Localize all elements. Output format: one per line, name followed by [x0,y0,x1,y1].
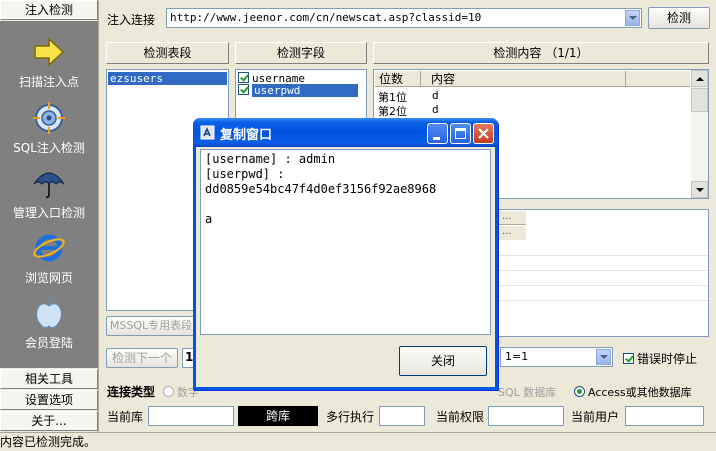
current-db-label: 当前库 [107,410,144,424]
close-button[interactable]: 关闭 [399,346,487,376]
current-db-input[interactable] [148,406,234,426]
table-cell: d [432,103,439,116]
fields-list[interactable]: username userpwd [235,69,367,119]
radio-label: Access或其他数据库 [588,386,692,399]
column-header-position[interactable]: 位数 [375,71,421,87]
condition-value: 1=1 [505,350,529,363]
sidebar-tool-label: 管理入口检测 [12,206,85,220]
content-panel-header[interactable]: 检测内容 （1/1） [373,42,709,64]
tables-panel-header[interactable]: 检测表段 [106,42,229,64]
ie-browser-icon [33,234,65,262]
column-header-empty [626,71,690,87]
detect-next-button[interactable]: 检测下一个 [106,348,178,368]
sidebar-tool-browse[interactable]: 浏览网页 [0,231,98,286]
sidebar-tool-login[interactable]: 会员登陆 [0,296,98,351]
sidebar-header-about[interactable]: 关于... [0,411,98,431]
chevron-down-icon[interactable] [596,349,611,365]
dialog-title: 复制窗口 [220,128,273,143]
radio-icon[interactable] [163,386,174,397]
sidebar-header-injection[interactable]: 注入检测 [0,0,98,20]
copy-window-dialog: 复制窗口 [username] : admin [userpwd] : dd08… [193,118,498,390]
checkbox-unchecked-icon[interactable] [623,353,634,364]
sidebar-header-settings[interactable]: 设置选项 [0,390,98,410]
column-header-content[interactable]: 内容 [421,71,626,87]
target-icon [33,102,65,134]
umbrella-icon [33,172,65,199]
app-icon [200,125,215,140]
radio-access-option[interactable]: Access或其他数据库 [574,384,692,400]
scroll-up-icon[interactable] [691,70,708,87]
current-privilege-label: 当前权限 [436,410,485,424]
apple-icon [36,297,62,328]
fields-panel-header[interactable]: 检测字段 [235,42,367,64]
sidebar-tool-label: 扫描注入点 [18,75,79,89]
column-header-extra[interactable]: ... [498,211,526,225]
connection-type-label: 连接类型 [107,385,156,399]
content-scrollbar[interactable] [691,70,708,198]
multi-exec-label: 多行执行 [326,410,375,424]
sidebar-tool-label: SQL注入检测 [13,141,85,155]
sidebar-tool-panel: 扫描注入点 SQL注入检测 管理入口检测 浏览网页 会员登陆 [0,21,98,368]
sidebar-tool-scan[interactable]: 扫描注入点 [0,35,98,90]
mssql-tables-button[interactable]: MSSQL专用表段 [106,316,196,336]
checkbox-checked-icon[interactable] [238,72,249,83]
current-user-label: 当前用户 [571,410,620,424]
chevron-down-icon[interactable] [625,10,640,26]
table-cell: d [432,89,439,102]
close-icon[interactable] [473,123,494,144]
sidebar-tool-label: 会员登陆 [24,336,73,350]
scroll-down-icon[interactable] [691,181,708,198]
radio-mssql-option[interactable]: SQL 数据库 [498,384,556,400]
list-item[interactable]: userpwd [238,84,359,97]
sidebar-tool-sql[interactable]: SQL注入检测 [0,101,98,156]
url-combobox[interactable]: http://www.jeenor.com/cn/newscat.asp?cla… [166,8,642,28]
table-cell: 第2位 [378,105,407,118]
url-label: 注入连接 [107,13,156,27]
checkbox-checked-icon[interactable] [238,84,249,95]
dialog-body: [username] : admin [userpwd] : dd0859e54… [196,147,495,387]
minimize-icon[interactable] [427,123,448,144]
sidebar: 注入检测 扫描注入点 SQL注入检测 管理入口检测 浏览网页 会员登陆 相关工具… [0,0,99,432]
current-privilege-input[interactable] [488,406,564,426]
stop-on-error-option[interactable]: 错误时停止 [623,350,697,367]
field-label: userpwd [252,84,359,97]
cross-db-button[interactable]: 跨库 [238,406,318,426]
condition-combobox[interactable]: 1=1 [500,347,613,367]
list-item[interactable]: ezsusers [108,72,227,85]
table-cell: ... [498,226,526,240]
dialog-titlebar[interactable]: 复制窗口 [193,118,498,147]
scroll-thumb[interactable] [691,88,708,112]
sidebar-header-tools[interactable]: 相关工具 [0,369,98,389]
status-bar: 内容已检测完成。 [0,432,716,451]
multi-exec-input[interactable] [379,406,425,426]
stop-on-error-label: 错误时停止 [637,352,698,366]
sidebar-tool-admin[interactable]: 管理入口检测 [0,166,98,221]
arrow-right-icon [34,37,65,67]
radio-selected-icon[interactable] [574,386,585,397]
radio-label: SQL 数据库 [498,386,557,399]
copy-textarea[interactable]: [username] : admin [userpwd] : dd0859e54… [200,149,491,335]
maximize-icon[interactable] [450,123,471,144]
detect-button[interactable]: 检测 [648,7,710,29]
url-value: http://www.jeenor.com/cn/newscat.asp?cla… [170,11,482,24]
sidebar-tool-label: 浏览网页 [24,271,73,285]
current-user-input[interactable] [625,406,704,426]
status-text: 内容已检测完成。 [0,435,97,449]
